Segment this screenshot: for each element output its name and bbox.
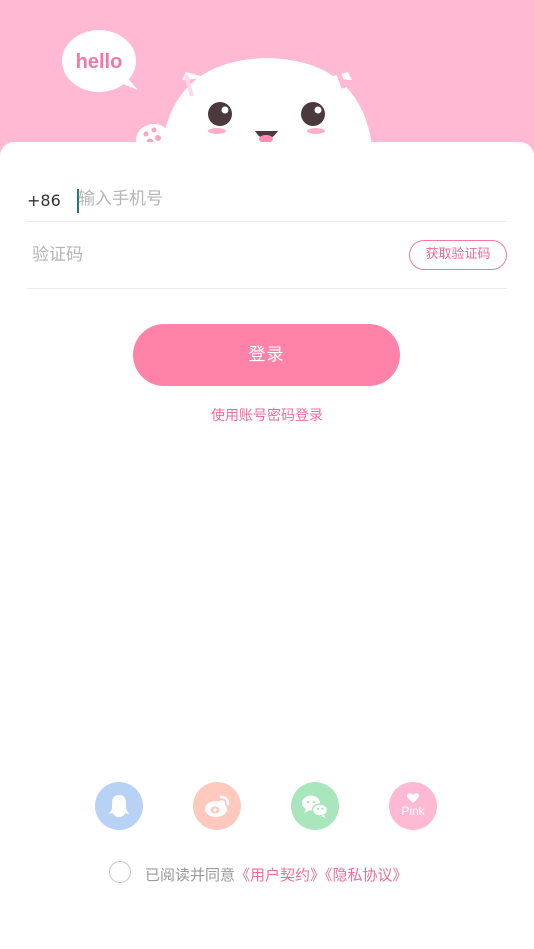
qq-login-button[interactable] bbox=[95, 782, 143, 830]
agreement-text: 已阅读并同意《用户契约》《隐私协议》 bbox=[145, 864, 408, 885]
verification-code-row: 获取验证码 bbox=[27, 222, 507, 289]
wechat-login-button[interactable] bbox=[291, 782, 339, 830]
speech-bubble: hello bbox=[62, 30, 138, 92]
password-login-link-text[interactable]: 使用账号密码登录 bbox=[211, 408, 323, 424]
weibo-login-button[interactable] bbox=[193, 782, 241, 830]
agreement-prefix: 已阅读并同意 bbox=[145, 866, 236, 884]
password-login-link: 使用账号密码登录 bbox=[0, 405, 534, 425]
user-agreement-link[interactable]: 《用户契约》 bbox=[235, 866, 325, 884]
weibo-icon bbox=[205, 795, 230, 817]
qq-icon bbox=[109, 795, 129, 817]
verification-code-input[interactable] bbox=[32, 242, 332, 268]
pink-login-button[interactable]: Pink bbox=[389, 782, 437, 830]
phone-input[interactable] bbox=[78, 186, 408, 212]
speech-bubble-text: hello bbox=[76, 51, 123, 73]
pink-icon-label: Pink bbox=[401, 804, 425, 818]
pink-icon: Pink bbox=[401, 793, 426, 818]
login-button[interactable]: 登录 bbox=[133, 324, 400, 386]
agreement-checkbox[interactable] bbox=[109, 861, 131, 883]
privacy-policy-link[interactable]: 《隐私协议》 bbox=[325, 866, 408, 884]
country-code-selector[interactable]: +86 bbox=[27, 191, 61, 210]
get-code-button[interactable]: 获取验证码 bbox=[409, 240, 507, 270]
phone-row: +86 bbox=[27, 155, 507, 222]
wechat-icon bbox=[302, 795, 329, 818]
